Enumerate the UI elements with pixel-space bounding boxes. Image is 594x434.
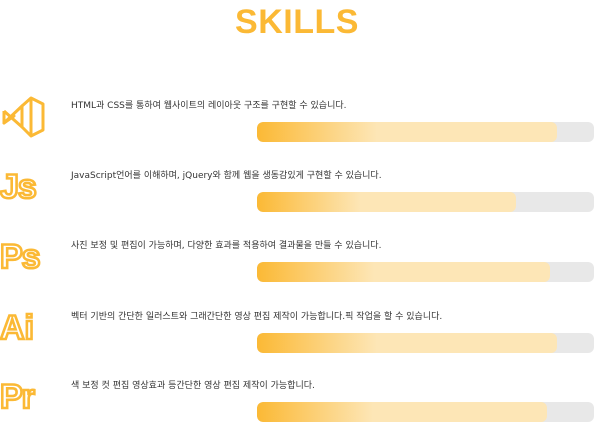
skill-description: 벡터 기반의 간단한 일러스트와 그래간단한 영상 편집 제작이 가능합니다.픽… <box>71 312 443 322</box>
premiere-icon-text: Pr <box>0 378 35 416</box>
javascript-icon: Js <box>0 162 50 212</box>
section-title: SKILLS <box>235 3 359 41</box>
vscode-icon <box>0 92 50 142</box>
javascript-icon-text: Js <box>0 168 36 206</box>
skill-progress-fill <box>257 333 557 353</box>
skill-description: 사진 보정 및 편집이 가능하며, 다양한 효과를 적용하여 결과물을 만들 수… <box>71 241 382 251</box>
illustrator-icon: Ai <box>0 303 50 353</box>
skill-progress-track <box>257 192 594 212</box>
skill-item-illustrator: Ai 벡터 기반의 간단한 일러스트와 그래간단한 영상 편집 제작이 가능합니… <box>0 303 594 365</box>
skill-item-html-css: HTML과 CSS를 통하여 웹사이트의 레이아웃 구조를 구현할 수 있습니다… <box>0 92 594 154</box>
photoshop-icon-text: Ps <box>0 238 40 276</box>
skill-progress-fill <box>257 402 547 422</box>
photoshop-icon: Ps <box>0 232 50 282</box>
skill-progress-fill <box>257 262 551 282</box>
skill-description: JavaScript언어를 이해하며, jQuery와 함께 웹을 생동감있게 … <box>71 171 382 181</box>
illustrator-icon-text: Ai <box>0 309 34 347</box>
skill-progress-track <box>257 262 594 282</box>
skill-item-javascript: Js JavaScript언어를 이해하며, jQuery와 함께 웹을 생동감… <box>0 162 594 224</box>
premiere-icon: Pr <box>0 372 50 422</box>
skill-item-premiere: Pr 색 보정 컷 편집 영상효과 등간단한 영상 편집 제작이 가능합니다. <box>0 372 594 434</box>
skill-progress-fill <box>257 192 517 212</box>
skill-description: HTML과 CSS를 통하여 웹사이트의 레이아웃 구조를 구현할 수 있습니다… <box>71 101 347 111</box>
skill-progress-track <box>257 333 594 353</box>
skill-progress-track <box>257 122 594 142</box>
skill-item-photoshop: Ps 사진 보정 및 편집이 가능하며, 다양한 효과를 적용하여 결과물을 만… <box>0 232 594 294</box>
skill-description: 색 보정 컷 편집 영상효과 등간단한 영상 편집 제작이 가능합니다. <box>71 381 315 391</box>
skill-progress-track <box>257 402 594 422</box>
skill-progress-fill <box>257 122 557 142</box>
